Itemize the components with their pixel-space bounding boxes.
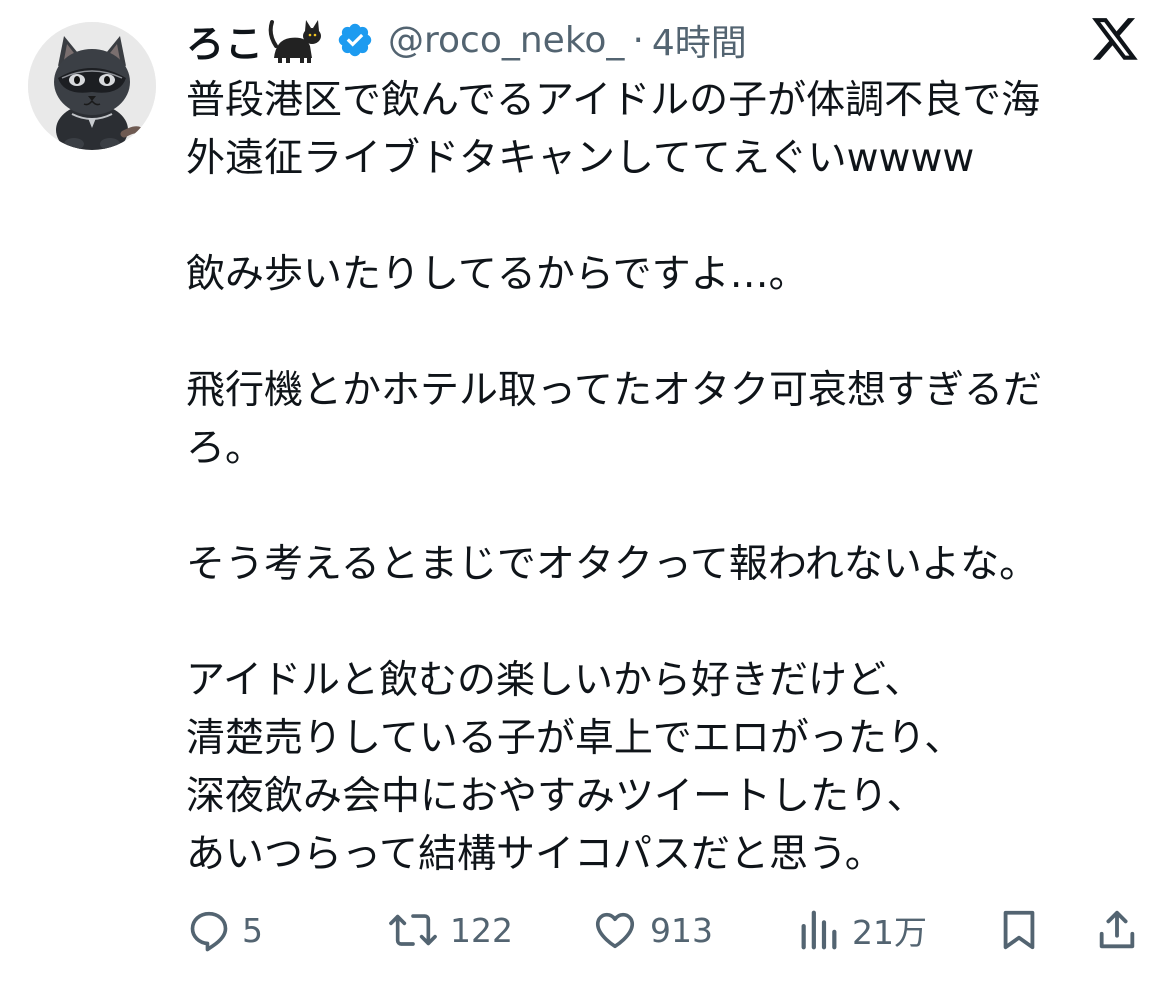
retweet-icon (389, 914, 437, 946)
black-cat-emoji-icon (266, 16, 326, 64)
header-separator: · (632, 19, 644, 61)
verified-badge-icon[interactable] (336, 21, 374, 59)
heart-icon (595, 912, 635, 949)
tweet-paragraph-5: アイドルと飲むの楽しいから好きだけど、 清楚売りしている子が卓上でエロがったり、… (186, 658, 964, 877)
share-button[interactable] (1094, 902, 1140, 958)
reply-button[interactable]: 5 (186, 902, 263, 958)
like-button[interactable]: 913 (590, 902, 713, 958)
bookmark-button[interactable] (996, 902, 1042, 958)
black-cat-avatar-image (28, 22, 156, 150)
tweet-card: ろこ @roco_neko_ · 4時間 普段港区で飲んでるアイドルの子が体調不… (0, 0, 1170, 995)
views-button[interactable]: 21万 (796, 902, 927, 958)
retweet-count: 122 (450, 910, 513, 950)
tweet-timestamp[interactable]: 4時間 (652, 14, 747, 66)
like-count: 913 (650, 910, 713, 950)
retweet-button[interactable]: 122 (386, 902, 513, 958)
tweet-paragraph-4: そう考えるとまじでオタクって報われないよな。 (186, 542, 1039, 587)
avatar[interactable] (28, 22, 156, 150)
reply-icon (190, 911, 228, 952)
x-logo-icon[interactable] (1090, 16, 1140, 64)
tweet-paragraph-2: 飲み歩いたりしてるからですよ…。 (186, 252, 808, 297)
view-count: 21万 (852, 913, 927, 952)
share-icon (1099, 910, 1135, 949)
display-name[interactable]: ろこ (186, 13, 264, 68)
tweet-action-bar: 5 122 913 21万 (186, 902, 1146, 958)
tweet-text: 普段港区で飲んでるアイドルの子が体調不良で海 外遠征ライブドタキャンしててえぐい… (186, 72, 1136, 884)
views-bar-icon (801, 910, 837, 950)
reply-count: 5 (242, 910, 263, 950)
tweet-header: ろこ @roco_neko_ · 4時間 (186, 10, 747, 70)
bookmark-icon (1003, 910, 1035, 950)
tweet-paragraph-1: 普段港区で飲んでるアイドルの子が体調不良で海 外遠征ライブドタキャンしててえぐい… (186, 78, 1041, 181)
author-handle[interactable]: @roco_neko_ (388, 20, 624, 61)
tweet-paragraph-3: 飛行機とかホテル取ってたオタク可哀想すぎるだ ろ。 (186, 368, 1043, 471)
